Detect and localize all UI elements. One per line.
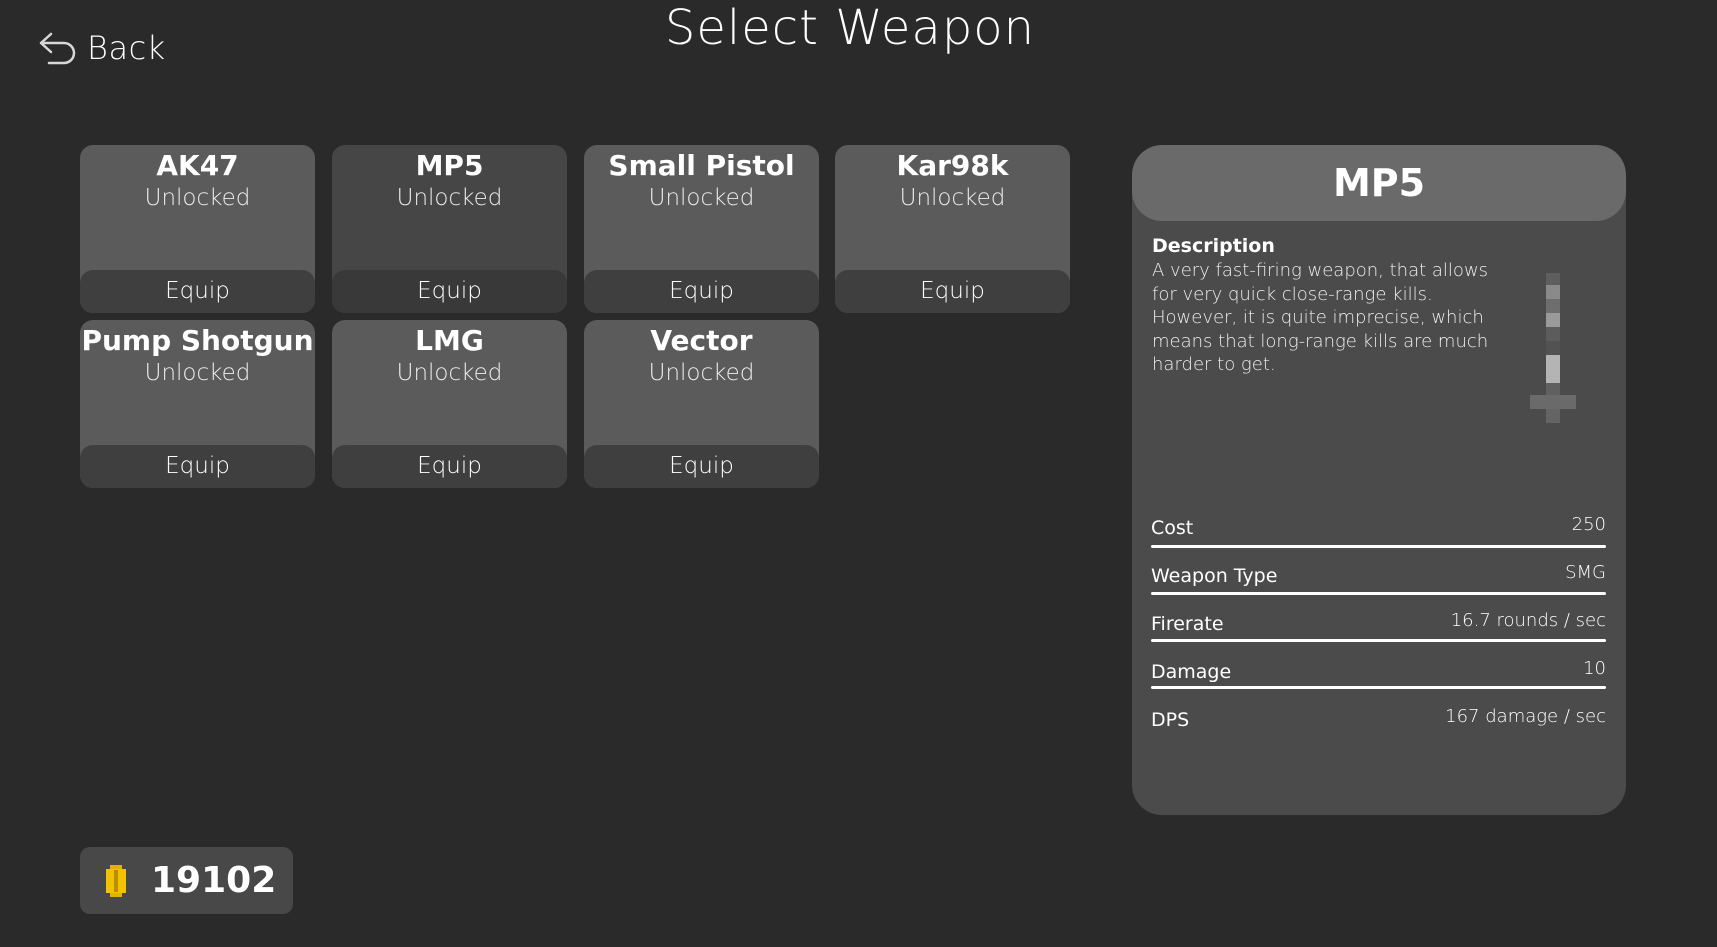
weapon-details-panel: MP5 Description A very fast-firing weapo… — [1132, 145, 1626, 815]
equip-button[interactable]: Equip — [584, 445, 819, 488]
weapon-card-vector[interactable]: Vector Unlocked Equip — [584, 320, 819, 488]
weapon-name: AK47 — [156, 149, 239, 182]
weapon-card-pump-shotgun[interactable]: Pump Shotgun Unlocked Equip — [80, 320, 315, 488]
weapon-name: Pump Shotgun — [81, 324, 314, 357]
weapon-status: Unlocked — [396, 185, 503, 211]
stat-row-damage: Damage 10 — [1151, 651, 1606, 685]
stat-divider — [1151, 686, 1606, 689]
weapon-preview-icon — [1530, 273, 1576, 423]
description-text: A very fast-firing weapon, that allows f… — [1152, 260, 1489, 375]
weapon-status: Unlocked — [899, 185, 1006, 211]
equip-button[interactable]: Equip — [835, 270, 1070, 313]
weapon-name: Kar98k — [896, 149, 1009, 182]
equip-button[interactable]: Equip — [80, 270, 315, 313]
weapon-card-ak47[interactable]: AK47 Unlocked Equip — [80, 145, 315, 313]
weapon-name: Vector — [650, 324, 753, 357]
weapon-status: Unlocked — [648, 185, 755, 211]
weapon-status: Unlocked — [396, 360, 503, 386]
weapon-status: Unlocked — [144, 185, 251, 211]
stat-value: 10 — [1583, 658, 1606, 679]
stat-divider — [1151, 592, 1606, 595]
equip-button[interactable]: Equip — [332, 445, 567, 488]
stat-value: 250 — [1571, 514, 1606, 535]
stat-label: Damage — [1151, 661, 1232, 683]
stat-label: Firerate — [1151, 613, 1224, 635]
stat-value: SMG — [1565, 562, 1606, 583]
stat-divider — [1151, 545, 1606, 548]
weapon-card-mp5[interactable]: MP5 Unlocked Equip — [332, 145, 567, 313]
stat-divider — [1151, 639, 1606, 642]
weapon-name: Small Pistol — [608, 149, 795, 182]
selected-weapon-name: MP5 — [1132, 145, 1626, 221]
stat-value: 167 damage / sec — [1445, 706, 1606, 727]
stat-label: Cost — [1151, 517, 1194, 539]
weapon-card-kar98k[interactable]: Kar98k Unlocked Equip — [835, 145, 1070, 313]
weapon-name: MP5 — [415, 149, 484, 182]
stat-row-dps: DPS 167 damage / sec — [1151, 699, 1606, 733]
page-title: Select Weapon — [664, 0, 1036, 56]
description-label: Description — [1152, 235, 1275, 257]
stat-label: DPS — [1151, 709, 1190, 731]
weapon-status: Unlocked — [144, 360, 251, 386]
equip-button[interactable]: Equip — [584, 270, 819, 313]
equip-button[interactable]: Equip — [332, 270, 567, 313]
weapon-card-lmg[interactable]: LMG Unlocked Equip — [332, 320, 567, 488]
stat-row-firerate: Firerate 16.7 rounds / sec — [1151, 603, 1606, 637]
weapon-card-small-pistol[interactable]: Small Pistol Unlocked Equip — [584, 145, 819, 313]
coin-icon — [106, 864, 126, 897]
weapon-name: LMG — [415, 324, 484, 357]
stat-row-cost: Cost 250 — [1151, 507, 1606, 541]
coin-amount: 19102 — [151, 860, 277, 901]
equip-button[interactable]: Equip — [80, 445, 315, 488]
currency-display: 19102 — [80, 847, 293, 914]
stat-row-weapon-type: Weapon Type SMG — [1151, 555, 1606, 589]
stat-value: 16.7 rounds / sec — [1450, 610, 1606, 631]
stat-label: Weapon Type — [1151, 565, 1278, 587]
weapon-status: Unlocked — [648, 360, 755, 386]
